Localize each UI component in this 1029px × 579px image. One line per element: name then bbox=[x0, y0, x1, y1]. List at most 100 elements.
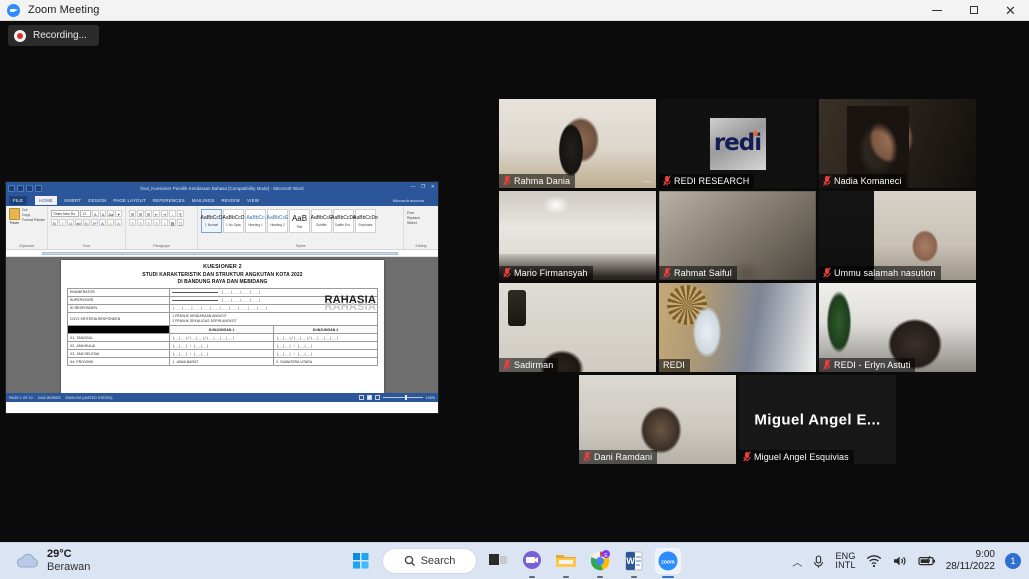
tile-more-icon[interactable] bbox=[642, 181, 651, 182]
format-painter-button[interactable]: Format Painter bbox=[22, 218, 45, 222]
styles-gallery[interactable]: AaBbCcD 1 Normal AaBbCcD 1 No Spac AaBbC… bbox=[201, 208, 400, 233]
clock[interactable]: 9:00 28/11/2022 bbox=[946, 549, 995, 573]
status-page[interactable]: PAGE 1 OF 10 bbox=[9, 396, 33, 400]
show-marks-icon[interactable]: ¶ bbox=[177, 210, 184, 217]
participant-tile[interactable]: Sadirman bbox=[499, 283, 656, 372]
numbered-list-icon[interactable]: ☰ bbox=[137, 210, 144, 217]
row-value-visit1[interactable]: |__|__| : |__|__| bbox=[169, 341, 275, 351]
tab-design[interactable]: DESIGN bbox=[88, 198, 106, 203]
font-color-icon[interactable]: A bbox=[115, 219, 122, 226]
row-value[interactable]: 1 PEMILIK KENDARAAN ANGKOT 2 PEMILIK SEK… bbox=[169, 311, 378, 327]
row-value-visit1[interactable]: 1. JAWA BARAT bbox=[169, 357, 275, 367]
zoom-level[interactable]: 100% bbox=[426, 396, 435, 400]
row-value-visit2[interactable]: 2. SUMATERA UTARA bbox=[273, 357, 378, 367]
bullet-list-icon[interactable]: ☰ bbox=[129, 210, 136, 217]
word-button[interactable]: W bbox=[621, 548, 647, 578]
borders-icon[interactable]: ▢ bbox=[177, 219, 184, 226]
option-item[interactable]: 2 PEMILIK SEKALIGUS SOPIR ANGKOT bbox=[172, 319, 375, 324]
start-button[interactable] bbox=[348, 548, 374, 574]
read-mode-icon[interactable] bbox=[358, 395, 364, 400]
tab-review[interactable]: REVIEW bbox=[222, 198, 241, 203]
participant-tile[interactable]: Nadia Komaneci bbox=[819, 99, 976, 188]
select-button[interactable]: Select bbox=[407, 221, 435, 225]
participant-tile[interactable]: Rahma Dania bbox=[499, 99, 656, 188]
style-item[interactable]: AaB Title bbox=[289, 209, 310, 233]
word-ruler[interactable] bbox=[6, 250, 438, 257]
participant-tile[interactable]: Dani Ramdani bbox=[579, 375, 736, 464]
status-words[interactable]: 2442 WORDS bbox=[38, 396, 61, 400]
search-box[interactable]: Search bbox=[382, 548, 477, 574]
decrease-indent-icon[interactable]: ⇤ bbox=[153, 210, 160, 217]
row-value-visit2[interactable]: |__|__| : |__|__| bbox=[273, 341, 378, 351]
style-item[interactable]: AaBbCcE Heading 2 bbox=[267, 209, 288, 233]
battery-icon[interactable] bbox=[918, 554, 936, 568]
subscript-button[interactable]: X₂ bbox=[83, 219, 90, 226]
style-item[interactable]: AaBbCcD 1 Normal bbox=[201, 209, 222, 233]
zoom-button[interactable]: zoom bbox=[655, 548, 681, 578]
wifi-icon[interactable] bbox=[866, 554, 882, 568]
align-left-icon[interactable]: ≡ bbox=[129, 219, 136, 226]
participant-tile[interactable]: Miguel Angel E... Miguel Angel Esquivias bbox=[739, 375, 896, 464]
strikethrough-button[interactable]: ab bbox=[75, 219, 82, 226]
tab-insert[interactable]: INSERT bbox=[64, 198, 81, 203]
word-window-controls[interactable]: — ❐ ✕ bbox=[411, 184, 437, 190]
file-explorer-button[interactable] bbox=[553, 548, 579, 578]
tab-file[interactable]: FILE bbox=[9, 196, 28, 205]
row-value-visit1[interactable]: |__|__|/|__|__|/|__|__|__|__| bbox=[169, 333, 275, 343]
tab-references[interactable]: REFERENCES bbox=[153, 198, 185, 203]
participant-tile-active-speaker[interactable]: REDI bbox=[659, 283, 816, 372]
style-item[interactable]: AaBbCcE Subtitle bbox=[311, 209, 332, 233]
tab-page-layout[interactable]: PAGE LAYOUT bbox=[113, 198, 146, 203]
tab-view[interactable]: VIEW bbox=[247, 198, 259, 203]
word-window[interactable]: final_Kuesioner Pemilik Kendaraan Bahasa… bbox=[5, 181, 439, 414]
increase-indent-icon[interactable]: ⇥ bbox=[161, 210, 168, 217]
grow-font-icon[interactable]: A bbox=[91, 210, 99, 217]
row-value-visit2[interactable]: |__|__| : |__|__| bbox=[273, 349, 378, 359]
recording-indicator[interactable]: Recording... bbox=[8, 25, 99, 46]
copy-button[interactable]: Copy bbox=[22, 213, 45, 217]
sort-icon[interactable]: ↓ bbox=[169, 210, 176, 217]
teams-chat-button[interactable] bbox=[519, 548, 545, 578]
align-right-icon[interactable]: ≡ bbox=[145, 219, 152, 226]
participant-tile[interactable]: Mario Firmansyah bbox=[499, 191, 656, 280]
word-document-canvas[interactable]: KUESIONER 2 STUDI KARAKTERISTIK DAN STRU… bbox=[6, 257, 438, 402]
notification-badge[interactable]: 1 bbox=[1005, 553, 1021, 569]
align-center-icon[interactable]: ≡ bbox=[137, 219, 144, 226]
row-value-visit1[interactable]: |__|__| : |__|__| bbox=[169, 349, 275, 359]
change-case-icon[interactable]: Aa bbox=[107, 210, 115, 217]
bold-button[interactable]: B bbox=[51, 219, 58, 226]
minimize-button[interactable] bbox=[918, 0, 955, 21]
paste-button[interactable]: Paste bbox=[9, 208, 20, 225]
print-layout-icon[interactable] bbox=[366, 395, 372, 400]
shading-icon[interactable]: ▨ bbox=[169, 219, 176, 226]
underline-button[interactable]: U bbox=[67, 219, 74, 226]
account-label[interactable]: Microsoft account bbox=[393, 198, 424, 203]
superscript-button[interactable]: X² bbox=[91, 219, 98, 226]
style-item[interactable]: AaBbCcDe Subtle Em... bbox=[331, 209, 356, 233]
participant-tile[interactable]: Rahmat Saiful bbox=[659, 191, 816, 280]
close-button[interactable]: ✕ bbox=[992, 0, 1029, 21]
justify-icon[interactable]: ≡ bbox=[153, 219, 160, 226]
participant-tile[interactable]: Ummu salamah nasution bbox=[819, 191, 976, 280]
shrink-font-icon[interactable]: A bbox=[99, 210, 107, 217]
replace-button[interactable]: Replace bbox=[407, 216, 435, 220]
italic-button[interactable]: I bbox=[59, 219, 66, 226]
line-spacing-icon[interactable]: ↕ bbox=[161, 219, 168, 226]
find-button[interactable]: Find bbox=[407, 211, 435, 215]
multilevel-list-icon[interactable]: ☰ bbox=[145, 210, 152, 217]
style-item[interactable]: AaBbCcD 1 No Spac bbox=[223, 209, 244, 233]
style-item[interactable]: AaBbCcDe Emphasis bbox=[353, 209, 378, 233]
task-view-button[interactable] bbox=[485, 548, 511, 574]
font-name-input[interactable]: Times New Ro bbox=[51, 210, 80, 217]
tab-home[interactable]: HOME bbox=[35, 196, 58, 205]
font-size-input[interactable]: 12 bbox=[80, 210, 91, 217]
text-highlight-icon[interactable]: A bbox=[107, 219, 114, 226]
text-effects-icon[interactable]: A bbox=[99, 219, 106, 226]
tab-mailings[interactable]: MAILINGS bbox=[192, 198, 215, 203]
style-item[interactable]: AaBbCc Heading 1 bbox=[245, 209, 266, 233]
chrome-button[interactable]: E bbox=[587, 548, 613, 578]
participant-tile[interactable]: redi REDI RESEARCH bbox=[659, 99, 816, 188]
participant-tile[interactable]: REDI - Erlyn Astuti bbox=[819, 283, 976, 372]
clear-formatting-icon[interactable]: ✦ bbox=[115, 210, 122, 217]
show-hidden-icons-button[interactable]: ︿ bbox=[792, 554, 802, 569]
